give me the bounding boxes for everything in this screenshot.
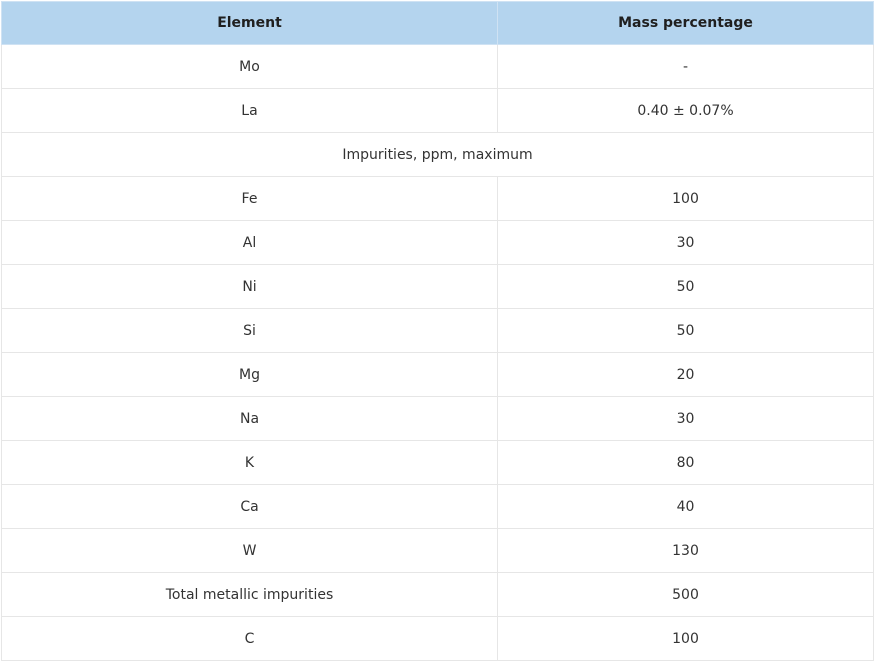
element-cell: La [1, 88, 498, 133]
table-row: W 130 [1, 528, 874, 573]
table-row: Fe 100 [1, 176, 874, 221]
table-row: Mo - [1, 44, 874, 89]
table-row: Na 30 [1, 396, 874, 441]
section-label: Impurities, ppm, maximum [1, 132, 874, 177]
value-cell: 30 [497, 220, 874, 265]
header-mass-percentage: Mass percentage [497, 1, 874, 45]
table-row: Ni 50 [1, 264, 874, 309]
value-cell: 50 [497, 264, 874, 309]
element-cell: Na [1, 396, 498, 441]
element-cell: Mg [1, 352, 498, 397]
element-cell: K [1, 440, 498, 485]
element-cell: Total metallic impurities [1, 572, 498, 617]
element-cell: W [1, 528, 498, 573]
table-row: Si 50 [1, 308, 874, 353]
value-cell: 20 [497, 352, 874, 397]
element-cell: Si [1, 308, 498, 353]
table-row: Mg 20 [1, 352, 874, 397]
header-element: Element [1, 1, 498, 45]
value-cell: 130 [497, 528, 874, 573]
value-cell: 80 [497, 440, 874, 485]
value-cell: 0.40 ± 0.07% [497, 88, 874, 133]
element-cell: Ca [1, 484, 498, 529]
value-cell: 30 [497, 396, 874, 441]
element-cell: Fe [1, 176, 498, 221]
table-row: La 0.40 ± 0.07% [1, 88, 874, 133]
element-cell: Mo [1, 44, 498, 89]
section-row: Impurities, ppm, maximum [1, 132, 874, 177]
element-cell: C [1, 616, 498, 661]
table-row: K 80 [1, 440, 874, 485]
value-cell: 100 [497, 616, 874, 661]
composition-table: Element Mass percentage Mo - La 0.40 ± 0… [1, 1, 874, 661]
value-cell: 40 [497, 484, 874, 529]
value-cell: 50 [497, 308, 874, 353]
table-row: Al 30 [1, 220, 874, 265]
value-cell: 500 [497, 572, 874, 617]
table-row: Total metallic impurities 500 [1, 572, 874, 617]
table-row: C 100 [1, 616, 874, 661]
table-row: Ca 40 [1, 484, 874, 529]
value-cell: 100 [497, 176, 874, 221]
value-cell: - [497, 44, 874, 89]
element-cell: Ni [1, 264, 498, 309]
table-header-row: Element Mass percentage [1, 1, 874, 45]
element-cell: Al [1, 220, 498, 265]
